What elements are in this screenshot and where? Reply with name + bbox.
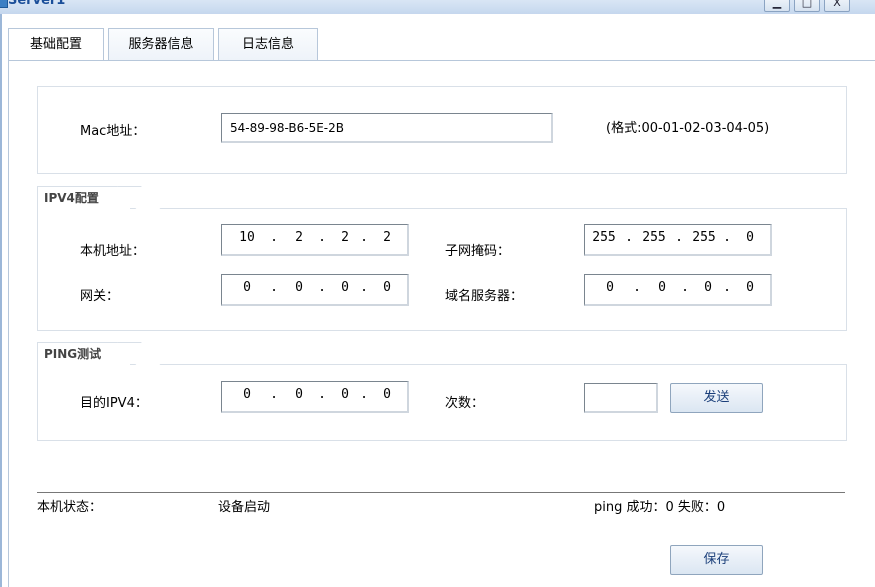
dns-server-label: 域名服务器： [445,289,524,304]
window-title: Server1 [8,0,66,8]
ip-octet: 0 [295,280,303,295]
ip-octet: 0 [606,280,614,295]
status-divider [37,492,845,493]
gateway-label: 网关： [80,289,120,304]
mac-label: Mac地址： [80,124,146,139]
tab-panel-border [8,60,875,61]
mac-address-input[interactable]: 54-89-98-B6-5E-2B [221,113,553,143]
ip-octet: 255 [692,230,716,245]
ip-octet: 0 [341,387,349,402]
ping-count-label: 次数： [445,396,485,411]
close-button[interactable]: X [824,0,850,12]
send-ping-button[interactable]: 发送 [670,383,763,413]
ip-octet: 0 [704,280,712,295]
mac-format-hint: (格式:00-01-02-03-04-05) [606,121,770,136]
ip-octet: 0 [295,387,303,402]
tab-panel-left-border [8,60,9,587]
ip-octet: 2 [295,230,303,245]
ip-octet: 2 [341,230,349,245]
device-status-value: 设备启动 [218,500,271,515]
ping-legend: PING测试 [37,342,130,365]
maximize-button[interactable]: □ [794,0,820,12]
ping-result-text: ping 成功：0 失败：0 [594,500,726,515]
gateway-input[interactable]: 0 . 0 . 0 . 0 [221,274,409,306]
ip-octet: 0 [243,387,251,402]
ip-octet: 0 [243,280,251,295]
ping-destination-input[interactable]: 0 . 0 . 0 . 0 [221,381,409,413]
ip-octet: 0 [383,280,391,295]
local-address-label: 本机地址： [80,244,146,259]
ip-octet: 0 [383,387,391,402]
ip-octet: 0 [746,230,754,245]
save-button[interactable]: 保存 [670,545,763,575]
ip-octet: 0 [658,280,666,295]
window-left-border [0,14,2,587]
ip-octet: 255 [642,230,666,245]
ip-octet: 0 [341,280,349,295]
subnet-mask-label: 子网掩码： [445,244,511,259]
minimize-button[interactable]: ▁ [764,0,790,12]
tab-server-info[interactable]: 服务器信息 [108,28,214,60]
subnet-mask-input[interactable]: 255 . 255 . 255 . 0 [584,224,772,256]
title-bar: Server1 ▁ □ X [0,0,875,14]
server-app-icon [0,0,8,8]
tab-basic-config[interactable]: 基础配置 [8,28,104,61]
ipv4-legend: IPV4配置 [37,186,130,209]
ip-octet: 255 [592,230,616,245]
ping-count-input[interactable] [584,383,658,413]
tab-log-info[interactable]: 日志信息 [218,28,318,60]
dns-server-input[interactable]: 0 . 0 . 0 . 0 [584,274,772,306]
local-address-input[interactable]: 10 . 2 . 2 . 2 [221,224,409,256]
ip-octet: 0 [746,280,754,295]
ip-octet: 10 [239,230,255,245]
ping-destination-label: 目的IPV4： [80,396,148,411]
device-status-label: 本机状态： [37,500,103,515]
ip-octet: 2 [383,230,391,245]
